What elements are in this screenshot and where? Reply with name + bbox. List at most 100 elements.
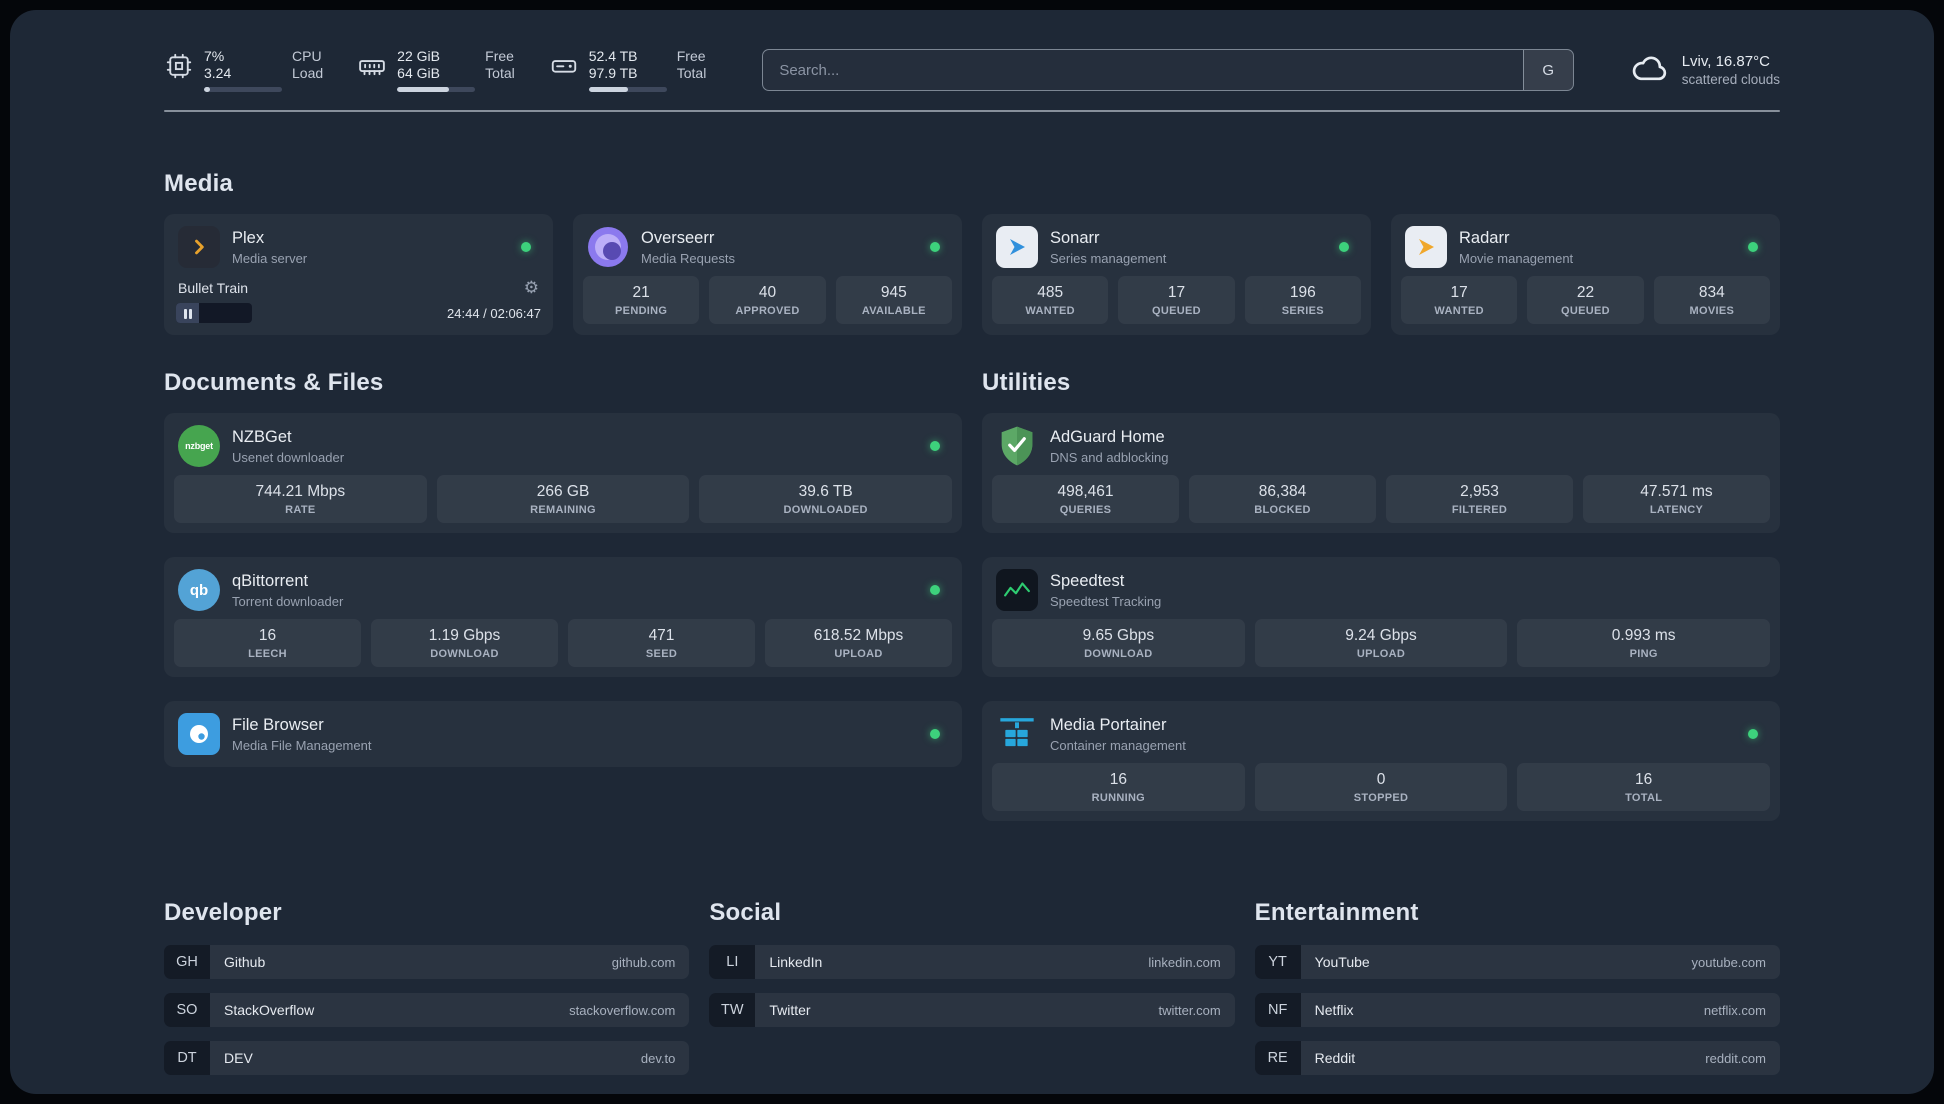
stat-box: 2,953 FILTERED — [1386, 475, 1573, 523]
stat-box: 1.19 Gbps DOWNLOAD — [371, 619, 558, 667]
radarr-service-link[interactable]: Radarr Movie management — [1401, 224, 1770, 276]
bookmark-name: Twitter — [769, 1002, 811, 1018]
topbar: 7% 3.24 CPU Load 22 GiB 64 GiB Free Tota… — [164, 48, 1780, 92]
pause-button[interactable] — [176, 303, 252, 323]
stat-label: LATENCY — [1649, 504, 1704, 516]
stat-label: AVAILABLE — [861, 305, 926, 317]
documents-section: Documents & Files nzbget NZBGet Usenet d… — [164, 335, 962, 791]
developer-bookmarks: Developer GH Github github.com SO StackO… — [164, 845, 690, 1089]
radarr-icon — [1405, 226, 1447, 268]
stat-label: QUEUED — [1152, 305, 1201, 317]
cpu-load-label: Load — [292, 65, 324, 81]
stat-value: 0.993 ms — [1611, 627, 1676, 644]
service-desc: Media File Management — [232, 737, 372, 753]
bookmark-dev[interactable]: DT DEV dev.to — [164, 1041, 690, 1075]
plex-service-link[interactable]: Plex Media server — [174, 224, 543, 276]
overseerr-card: Overseerr Media Requests 21 PENDING 40 A… — [573, 214, 962, 335]
service-desc: Torrent downloader — [232, 593, 344, 609]
bookmark-name: Reddit — [1314, 1050, 1356, 1066]
stat-box: 17 WANTED — [1401, 276, 1518, 324]
filebrowser-service-link[interactable]: File Browser Media File Management — [174, 711, 952, 757]
bookmark-linkedin[interactable]: LI LinkedIn linkedin.com — [709, 945, 1235, 979]
stat-value: 485 — [1037, 284, 1064, 301]
stat-label: WANTED — [1434, 305, 1484, 317]
stat-box: 498,461 QUERIES — [992, 475, 1179, 523]
stat-value: 945 — [880, 284, 907, 301]
stat-box: 0 STOPPED — [1254, 763, 1508, 811]
adguard-service-link[interactable]: AdGuard Home DNS and adblocking — [992, 423, 1770, 475]
stat-box: 86,384 BLOCKED — [1189, 475, 1376, 523]
stat-value: 16 — [1109, 771, 1127, 788]
overseerr-service-link[interactable]: Overseerr Media Requests — [583, 224, 952, 276]
bookmark-stackoverflow[interactable]: SO StackOverflow stackoverflow.com — [164, 993, 690, 1027]
utilities-section: Utilities AdGuard Home DNS and adblockin… — [982, 335, 1780, 845]
bookmark-name: Github — [224, 954, 266, 970]
portainer-service-link[interactable]: Media Portainer Container management — [992, 711, 1770, 763]
stat-label: PENDING — [615, 305, 668, 317]
bookmark-url: netflix.com — [1703, 1002, 1766, 1018]
search-bar: G — [762, 49, 1574, 91]
disk-free-label: Free — [676, 48, 706, 64]
bookmark-twitter[interactable]: TW Twitter twitter.com — [709, 993, 1235, 1027]
stat-value: 471 — [648, 627, 675, 644]
bookmark-netflix[interactable]: NF Netflix netflix.com — [1254, 993, 1780, 1027]
status-dot — [930, 441, 940, 451]
service-desc: Speedtest Tracking — [1050, 593, 1162, 609]
speedtest-card: Speedtest Speedtest Tracking 9.65 Gbps D… — [982, 557, 1780, 677]
bookmark-reddit[interactable]: RE Reddit reddit.com — [1254, 1041, 1780, 1075]
filebrowser-card: File Browser Media File Management — [164, 701, 962, 767]
status-dot — [521, 242, 531, 252]
cpu-percent: 7% — [204, 48, 225, 64]
speedtest-service-link[interactable]: Speedtest Speedtest Tracking — [992, 567, 1770, 619]
memory-total-value: 64 GiB — [397, 65, 440, 81]
stat-value: 22 — [1576, 284, 1595, 301]
stat-label: PING — [1629, 648, 1658, 660]
sonarr-service-link[interactable]: Sonarr Series management — [992, 224, 1361, 276]
plex-icon — [178, 226, 220, 268]
service-name: Media Portainer — [1050, 715, 1167, 734]
stat-label: APPROVED — [735, 305, 800, 317]
social-section-title: Social — [709, 899, 782, 926]
stat-value: 9.24 Gbps — [1345, 627, 1417, 644]
memory-icon — [357, 51, 387, 86]
service-name: File Browser — [232, 715, 324, 734]
cpu-icon — [164, 51, 194, 86]
search-provider-button[interactable]: G — [1522, 50, 1573, 90]
stat-label: SERIES — [1281, 305, 1324, 317]
service-desc: Series management — [1050, 250, 1167, 266]
bookmark-name: LinkedIn — [769, 954, 823, 970]
developer-section-title: Developer — [164, 899, 282, 926]
bookmark-abbr: YT — [1254, 945, 1301, 979]
stat-box: 22 QUEUED — [1527, 276, 1644, 324]
stat-box: 47.571 ms LATENCY — [1583, 475, 1770, 523]
stat-value: 266 GB — [536, 483, 590, 500]
bookmark-github[interactable]: GH Github github.com — [164, 945, 690, 979]
stat-value: 86,384 — [1258, 483, 1307, 500]
weather-condition: scattered clouds — [1681, 72, 1780, 87]
nzbget-service-link[interactable]: nzbget NZBGet Usenet downloader — [174, 423, 952, 475]
settings-gear-icon[interactable]: ⚙ — [524, 279, 539, 296]
stat-value: 17 — [1167, 284, 1186, 301]
adguard-card: AdGuard Home DNS and adblocking 498,461 … — [982, 413, 1780, 533]
plex-now-playing-widget: Bullet Train ⚙ 24:44 / 02:06:47 — [174, 276, 543, 325]
service-desc: Media server — [232, 250, 308, 266]
search-input[interactable] — [763, 50, 1523, 90]
status-dot — [1748, 242, 1758, 252]
stat-box: 40 APPROVED — [709, 276, 826, 324]
bookmark-abbr: SO — [164, 993, 210, 1027]
memory-total-label: Total — [485, 65, 515, 81]
service-name: Speedtest — [1050, 571, 1125, 590]
bookmark-abbr: TW — [709, 993, 756, 1027]
stat-value: 16 — [258, 627, 277, 644]
bookmark-youtube[interactable]: YT YouTube youtube.com — [1254, 945, 1780, 979]
media-section-title: Media — [164, 170, 234, 197]
service-desc: DNS and adblocking — [1050, 449, 1169, 465]
weather-location: Lviv, 16.87°C — [1681, 53, 1770, 70]
stat-box: 17 QUEUED — [1118, 276, 1235, 324]
playback-time: 24:44 / 02:06:47 — [447, 305, 541, 321]
stat-label: REMAINING — [530, 504, 596, 516]
qbittorrent-service-link[interactable]: qb qBittorrent Torrent downloader — [174, 567, 952, 619]
stat-label: UPLOAD — [1356, 648, 1406, 660]
stat-label: RUNNING — [1091, 792, 1146, 804]
service-name: Radarr — [1459, 228, 1510, 247]
